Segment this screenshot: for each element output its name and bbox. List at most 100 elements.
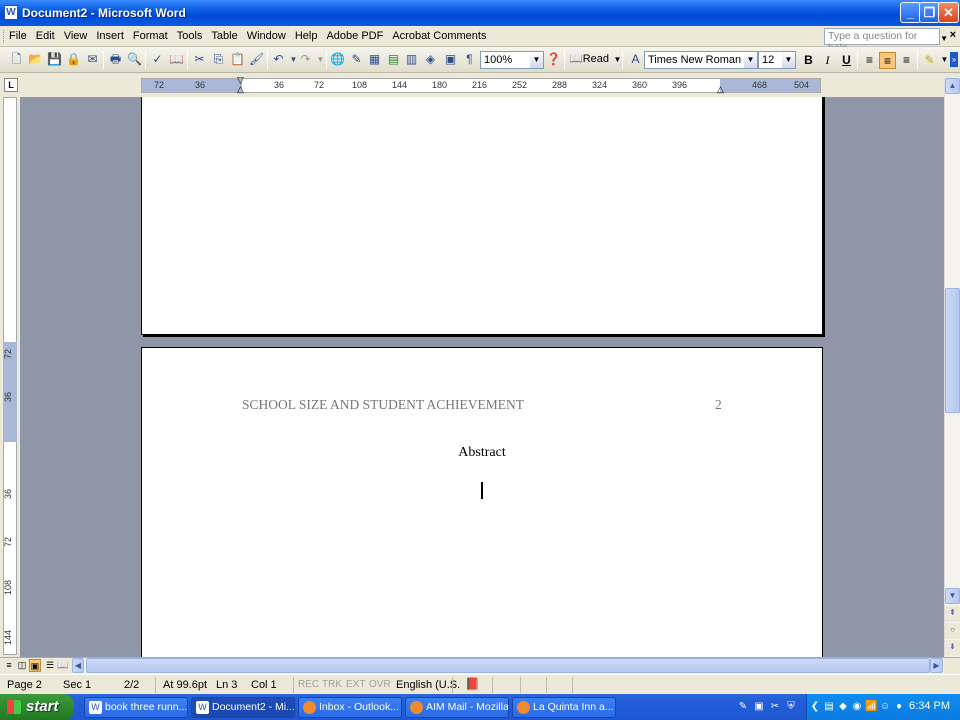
normal-view-icon[interactable]: ≡: [3, 659, 15, 672]
italic-button[interactable]: I: [819, 52, 836, 69]
spelling-status-icon[interactable]: 📕: [465, 677, 480, 691]
collapse-tray-icon[interactable]: ❮: [809, 700, 821, 713]
menu-insert[interactable]: Insert: [96, 30, 124, 42]
document-canvas[interactable]: SCHOOL SIZE AND STUDENT ACHIEVEMENT 2 Ab…: [20, 97, 944, 657]
read-button[interactable]: 📖Read: [569, 52, 609, 67]
format-painter-icon[interactable]: 🖌: [249, 52, 264, 67]
page-1[interactable]: [141, 97, 823, 335]
zoom-dropdown-icon[interactable]: ▼: [530, 52, 543, 68]
scroll-left-icon[interactable]: ◀: [72, 658, 84, 673]
maximize-button[interactable]: ❐: [919, 2, 940, 23]
permission-icon[interactable]: 🔒: [66, 52, 81, 67]
people-tray-icon[interactable]: ☺: [879, 700, 891, 713]
font-size-select[interactable]: 12 ▼: [758, 51, 796, 69]
save-icon[interactable]: 💾: [47, 52, 62, 67]
menu-adobe-pdf[interactable]: Adobe PDF: [326, 30, 383, 42]
document-map-icon[interactable]: ▣: [443, 52, 458, 67]
taskbar-item-la-quinta[interactable]: La Quinta Inn a...: [512, 697, 616, 718]
minimize-button[interactable]: _: [900, 2, 921, 23]
security-tray-icon[interactable]: ◆: [837, 700, 849, 713]
abstract-heading[interactable]: Abstract: [142, 445, 822, 461]
menu-window[interactable]: Window: [247, 30, 286, 42]
help-question-input[interactable]: Type a question for help: [824, 28, 940, 54]
clock[interactable]: 6:34 PM: [909, 700, 950, 712]
status-ext[interactable]: EXT: [346, 679, 365, 690]
horizontal-scrollbar[interactable]: ◀ ▶: [72, 658, 944, 674]
bold-button[interactable]: B: [800, 52, 817, 69]
font-name-select[interactable]: Times New Roman ▼: [644, 51, 758, 69]
cut-icon[interactable]: ✂: [192, 52, 207, 67]
tool-tray-icon[interactable]: ✂: [769, 700, 781, 713]
menu-table[interactable]: Table: [211, 30, 237, 42]
menu-grip[interactable]: [3, 30, 6, 43]
outline-view-icon[interactable]: ☰: [44, 659, 56, 672]
font-size-dropdown-icon[interactable]: ▼: [782, 52, 795, 68]
taskbar-item-inbox-outlook[interactable]: Inbox - Outlook...: [298, 697, 402, 718]
print-icon[interactable]: 🖶: [108, 52, 123, 67]
show-hide-icon[interactable]: ¶: [462, 52, 477, 67]
redo-icon[interactable]: ↷: [298, 52, 313, 67]
menu-acrobat-comments[interactable]: Acrobat Comments: [392, 30, 486, 42]
menu-format[interactable]: Format: [133, 30, 168, 42]
vertical-scrollbar[interactable]: ▲ ▼ ⇞ ○ ⇟: [944, 78, 960, 658]
monitor-tray-icon[interactable]: ▣: [753, 700, 765, 713]
tables-borders-icon[interactable]: ✎: [349, 52, 364, 67]
taskbar-item-document2[interactable]: W Document2 - Mi...: [191, 697, 295, 718]
document-close-icon[interactable]: ×: [950, 29, 956, 41]
left-indent-marker[interactable]: △: [237, 84, 244, 95]
next-page-icon[interactable]: ⇟: [945, 640, 960, 656]
help-dropdown-icon[interactable]: ▼: [940, 34, 948, 43]
menu-file[interactable]: File: [9, 30, 27, 42]
font-name-dropdown-icon[interactable]: ▼: [744, 52, 757, 68]
print-preview-icon[interactable]: 🔍: [127, 52, 142, 67]
scroll-up-icon[interactable]: ▲: [945, 78, 960, 94]
tab-selector[interactable]: L: [4, 78, 18, 92]
update-tray-icon[interactable]: ◉: [851, 700, 863, 713]
wireless-tray-icon[interactable]: 📶: [865, 700, 877, 713]
web-layout-view-icon[interactable]: ◫: [16, 659, 28, 672]
antivirus-tray-icon[interactable]: ●: [893, 700, 905, 713]
previous-page-icon[interactable]: ⇞: [945, 606, 960, 622]
align-center-icon[interactable]: ≡: [879, 52, 896, 69]
columns-icon[interactable]: ▥: [404, 52, 419, 67]
copy-icon[interactable]: ⎘: [211, 52, 226, 67]
align-right-icon[interactable]: ≡: [898, 52, 915, 69]
right-indent-marker[interactable]: △: [717, 84, 724, 95]
spelling-icon[interactable]: ✓: [150, 52, 165, 67]
more-buttons-icon[interactable]: »: [950, 52, 958, 67]
start-button[interactable]: start: [0, 694, 74, 720]
menu-view[interactable]: View: [64, 30, 88, 42]
select-browse-object-icon[interactable]: ○: [945, 623, 960, 639]
menu-tools[interactable]: Tools: [177, 30, 203, 42]
open-folder-icon[interactable]: 📂: [28, 52, 43, 67]
vertical-ruler[interactable]: 72 36 36 72 108 144: [0, 97, 20, 657]
taskbar-item-book-three[interactable]: W book three runn...: [84, 697, 188, 718]
undo-icon[interactable]: ↶: [271, 52, 286, 67]
horizontal-scroll-thumb[interactable]: [86, 658, 930, 673]
print-layout-view-icon[interactable]: ▣: [29, 659, 41, 672]
insert-table-icon[interactable]: ▦: [367, 52, 382, 67]
highlight-icon[interactable]: ✎: [921, 52, 938, 69]
zoom-select[interactable]: 100% ▼: [480, 51, 544, 69]
new-document-icon[interactable]: 🗋: [9, 52, 24, 67]
status-ovr[interactable]: OVR: [369, 679, 391, 690]
paste-icon[interactable]: 📋: [230, 52, 245, 67]
title-bar[interactable]: W Document2 - Microsoft Word _ ❐ ✕: [0, 0, 960, 26]
close-button[interactable]: ✕: [938, 2, 959, 23]
network-tray-icon[interactable]: ▤: [823, 700, 835, 713]
reading-layout-view-icon[interactable]: 📖: [57, 659, 69, 672]
menu-edit[interactable]: Edit: [36, 30, 55, 42]
page-2[interactable]: SCHOOL SIZE AND STUDENT ACHIEVEMENT 2 Ab…: [141, 347, 823, 657]
horizontal-ruler[interactable]: 72 36 36 72 108 144 180 216 252 288 324 …: [141, 75, 821, 95]
research-icon[interactable]: 📖: [169, 52, 184, 67]
hyperlink-icon[interactable]: 🌐: [330, 52, 345, 67]
status-language[interactable]: English (U.S.: [396, 679, 460, 691]
scroll-right-icon[interactable]: ▶: [930, 658, 943, 673]
pen-tray-icon[interactable]: ✎: [737, 700, 749, 713]
insert-excel-icon[interactable]: ▤: [386, 52, 401, 67]
status-trk[interactable]: TRK: [322, 679, 342, 690]
status-rec[interactable]: REC: [298, 679, 319, 690]
drawing-icon[interactable]: ◈: [423, 52, 438, 67]
word-app-icon[interactable]: W: [4, 5, 18, 20]
email-icon[interactable]: ✉: [85, 52, 100, 67]
